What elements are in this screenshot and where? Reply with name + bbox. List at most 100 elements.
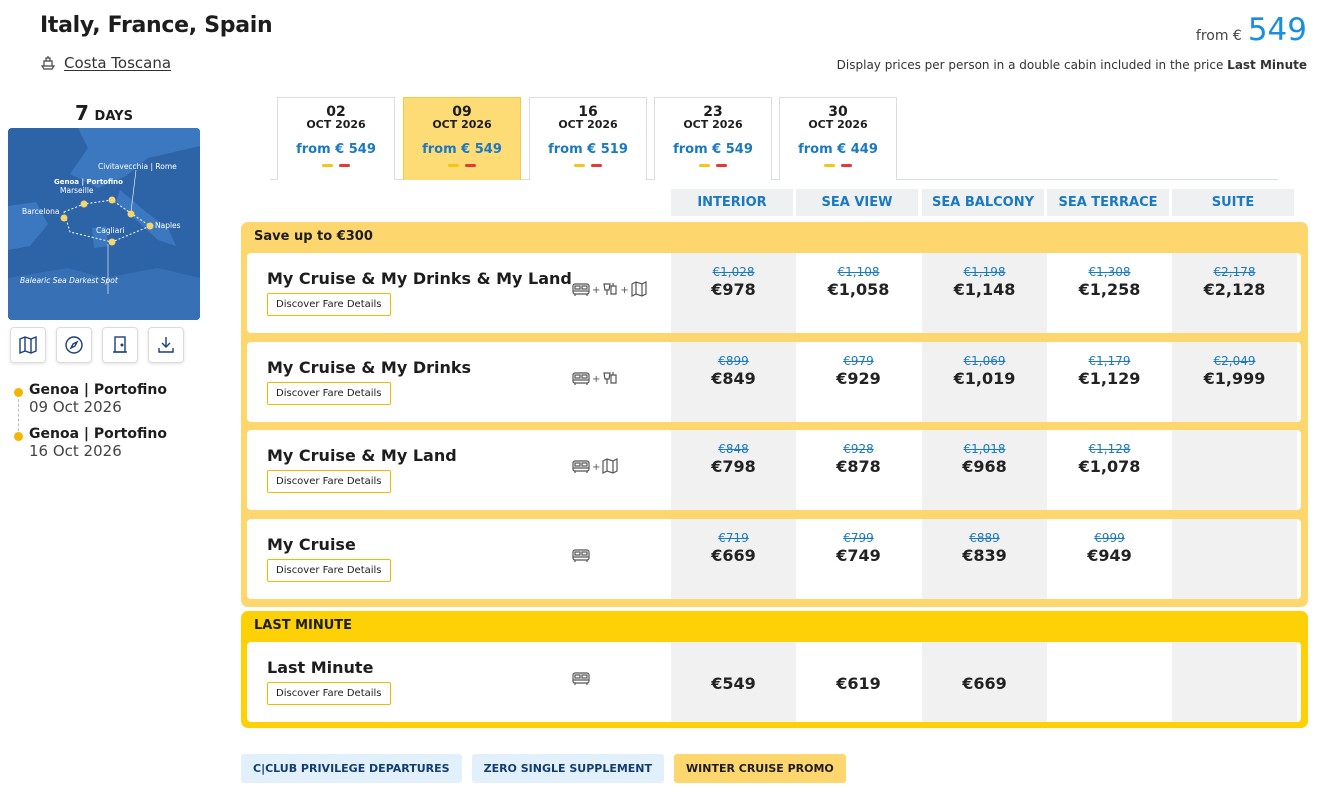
explore-button[interactable] [56, 327, 92, 363]
excursions-button[interactable] [102, 327, 138, 363]
date-month: OCT 2026 [432, 118, 492, 131]
plus-sign: + [592, 462, 601, 473]
current-price: €1,999 [1203, 369, 1266, 388]
indicator-red [339, 164, 350, 167]
date-price: from € 519 [548, 142, 628, 157]
price-cell[interactable]: €979 €929 [796, 342, 921, 422]
date-day: 16 [578, 104, 598, 120]
group-title: LAST MINUTE [254, 618, 353, 633]
cabin-header: SEA BALCONY [922, 189, 1044, 216]
current-price: €669 [962, 674, 1007, 693]
from-price-value: 549 [1247, 12, 1307, 48]
current-price: €849 [711, 369, 756, 388]
date-indicators [655, 164, 771, 167]
old-price: €799 [843, 531, 874, 545]
group-title: Save up to €300 [254, 229, 373, 244]
bed-icon [572, 370, 590, 389]
price-cell-empty [1172, 642, 1297, 722]
current-price: €1,148 [953, 280, 1016, 299]
current-price: €1,058 [827, 280, 890, 299]
map-actions [10, 327, 184, 363]
compass-icon [65, 336, 83, 354]
fare-name: My Cruise & My Land [267, 446, 457, 465]
fare-name: Last Minute [267, 658, 374, 677]
price-cell[interactable]: €889 €839 [922, 519, 1047, 599]
map-label-civitavecchia: Civitavecchia | Rome [98, 162, 177, 171]
price-cell[interactable]: €928 €878 [796, 430, 921, 510]
date-tab[interactable]: 23 OCT 2026 from € 549 [654, 97, 772, 180]
departure-dates: 02 OCT 2026 from € 549 09 OCT 2026 from … [270, 97, 1278, 180]
price-cell[interactable]: €899 €849 [671, 342, 796, 422]
ship-link[interactable]: Costa Toscana [40, 54, 171, 72]
date-day: 09 [452, 104, 472, 120]
fare-row: My Cruise & My Drinks Discover Fare Deta… [247, 342, 1301, 422]
download-button[interactable] [148, 327, 184, 363]
promo-badge[interactable]: C|CLUB PRIVILEGE DEPARTURES [241, 754, 462, 783]
price-cell[interactable]: €1,128 €1,078 [1047, 430, 1172, 510]
indicator-red [465, 164, 476, 167]
price-cell[interactable]: €1,069 €1,019 [922, 342, 1047, 422]
promo-badge[interactable]: ZERO SINGLE SUPPLEMENT [471, 754, 665, 783]
date-tab[interactable]: 09 OCT 2026 from € 549 [403, 97, 521, 180]
itinerary-item: Genoa | Portofino 16 Oct 2026 [14, 426, 204, 460]
old-price: €928 [843, 442, 874, 456]
price-cell[interactable]: €999 €949 [1047, 519, 1172, 599]
route-map[interactable]: Civitavecchia | Rome Genoa | Portofino M… [8, 128, 200, 320]
price-cell[interactable]: €2,049 €1,999 [1172, 342, 1297, 422]
date-tab[interactable]: 30 OCT 2026 from € 449 [779, 97, 897, 180]
date-price: from € 549 [296, 142, 376, 157]
ship-name[interactable]: Costa Toscana [64, 54, 171, 72]
price-cell[interactable]: €2,178 €2,128 [1172, 253, 1297, 333]
current-price: €549 [711, 674, 756, 693]
old-price: €889 [969, 531, 1000, 545]
indicator-red [841, 164, 852, 167]
fare-row: My Cruise & My Drinks & My Land Discover… [247, 253, 1301, 333]
price-cell[interactable]: €799 €749 [796, 519, 921, 599]
discover-fare-details-button[interactable]: Discover Fare Details [267, 293, 391, 316]
current-price: €2,128 [1203, 280, 1266, 299]
current-price: €839 [962, 546, 1007, 565]
old-price: €1,028 [712, 265, 755, 279]
bed-icon [572, 281, 590, 300]
price-cell[interactable]: €669 [922, 642, 1047, 722]
itinerary-date: 09 Oct 2026 [29, 398, 122, 416]
price-cell[interactable]: €1,179 €1,129 [1047, 342, 1172, 422]
price-cell[interactable]: €1,028 €978 [671, 253, 796, 333]
date-price: from € 549 [422, 142, 502, 157]
plus-sign: + [620, 285, 629, 296]
fare-includes: + [572, 370, 618, 389]
current-price: €1,258 [1078, 280, 1141, 299]
date-tab[interactable]: 16 OCT 2026 from € 519 [529, 97, 647, 180]
discover-fare-details-button[interactable]: Discover Fare Details [267, 382, 391, 405]
last-minute-group: LAST MINUTE Last Minute Discover Fare De… [241, 611, 1308, 728]
promo-fare-group: Save up to €300 My Cruise & My Drinks & … [241, 222, 1308, 607]
price-cell[interactable]: €848 €798 [671, 430, 796, 510]
price-cell[interactable]: €719 €669 [671, 519, 796, 599]
promo-badge[interactable]: WINTER CRUISE PROMO [674, 754, 846, 783]
current-price: €669 [711, 546, 756, 565]
price-cell[interactable]: €1,108 €1,058 [796, 253, 921, 333]
bed-icon [572, 547, 590, 566]
price-cell[interactable]: €549 [671, 642, 796, 722]
drinks-icon [602, 370, 618, 389]
fare-name: My Cruise & My Drinks & My Land [267, 269, 572, 288]
price-cell[interactable]: €1,018 €968 [922, 430, 1047, 510]
price-cell[interactable]: €1,198 €1,148 [922, 253, 1047, 333]
days-number: 7 [75, 101, 89, 125]
date-month: OCT 2026 [683, 118, 743, 131]
price-cell[interactable]: €1,308 €1,258 [1047, 253, 1172, 333]
indicator-red [591, 164, 602, 167]
price-note: Display prices per person in a double ca… [837, 58, 1307, 72]
map-icon [602, 458, 618, 477]
price-cell-empty [1172, 519, 1297, 599]
discover-fare-details-button[interactable]: Discover Fare Details [267, 559, 391, 582]
indicator-yellow [699, 164, 710, 167]
price-cell[interactable]: €619 [796, 642, 921, 722]
map-button[interactable] [10, 327, 46, 363]
date-tab[interactable]: 02 OCT 2026 from € 549 [277, 97, 395, 180]
old-price: €1,069 [963, 354, 1006, 368]
discover-fare-details-button[interactable]: Discover Fare Details [267, 682, 391, 705]
discover-fare-details-button[interactable]: Discover Fare Details [267, 470, 391, 493]
current-price: €1,019 [953, 369, 1016, 388]
fare-includes: + [572, 458, 618, 477]
